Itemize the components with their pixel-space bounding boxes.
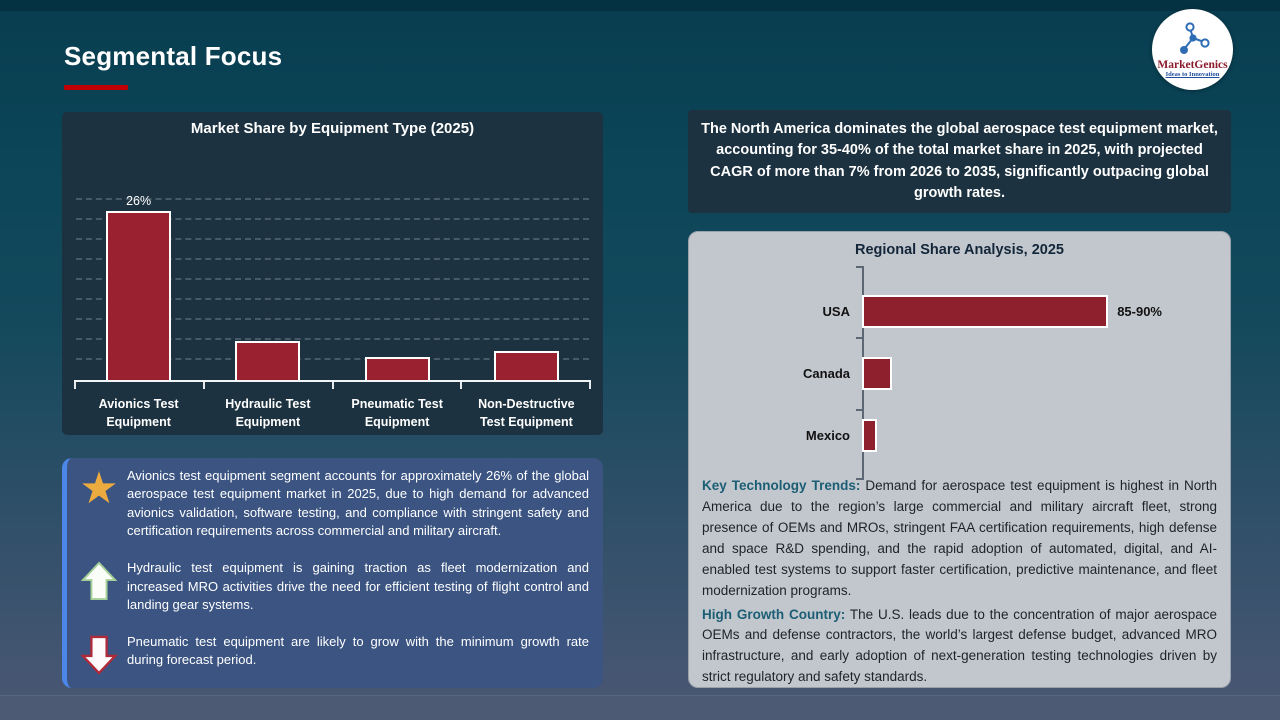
bar-hydraulic — [235, 341, 301, 380]
insight-row-avionics: ★ Avionics test equipment segment accoun… — [71, 467, 589, 541]
top-accent-band — [0, 0, 1280, 11]
bar-data-label: 26% — [126, 194, 152, 208]
region-label-canada: Canada — [803, 365, 850, 381]
bar-canada — [862, 356, 892, 390]
slide: Segmental Focus MarketGenics Ideas to In… — [0, 0, 1280, 720]
bar-ndt — [493, 350, 559, 380]
bar-row-mexico: Mexico — [806, 404, 1217, 466]
molecule-icon — [1173, 21, 1213, 61]
star-icon: ★ — [79, 464, 119, 513]
arrow-down-icon — [80, 635, 118, 680]
equipment-chart-title: Market Share by Equipment Type (2025) — [190, 120, 475, 137]
title-underline — [64, 85, 128, 90]
insight-text: Pneumatic test equipment are likely to g… — [127, 633, 589, 668]
bar-mexico — [862, 418, 877, 452]
category-label-pneumatic: Pneumatic Test Equipment — [351, 397, 443, 430]
bar-avionics — [106, 211, 172, 380]
region-label-usa: USA — [822, 303, 850, 319]
category-label-ndt: Non-Destructive Test Equipment — [478, 397, 575, 430]
category-labels: Avionics Test Equipment Hydraulic Test E… — [74, 395, 591, 431]
arrow-up-icon — [80, 561, 118, 606]
bar-pneumatic — [364, 357, 430, 380]
note-label: High Growth Country: — [702, 606, 846, 622]
headline-text: The North America dominates the global a… — [701, 120, 1218, 201]
bar-group-avionics: 26% — [74, 185, 203, 380]
note-text: Demand for aerospace test equipment is h… — [702, 478, 1218, 598]
marketgenics-logo: MarketGenics Ideas to Innovation — [1152, 9, 1233, 90]
insight-text: Hydraulic test equipment is gaining trac… — [127, 560, 589, 613]
equipment-share-chart-panel: Market Share by Equipment Type (2025) 26… — [62, 112, 603, 435]
category-label-avionics: Avionics Test Equipment — [98, 397, 179, 430]
regional-bar-chart: USA 85-90% Canada Mexico — [702, 266, 1217, 480]
bar-group-hydraulic — [203, 185, 332, 380]
note-key-technology-trends: Key Technology Trends: Demand for aerosp… — [702, 476, 1217, 602]
equipment-chart-plot: 26% — [74, 185, 591, 380]
page-title: Segmental Focus — [64, 41, 283, 71]
note-high-growth-country: High Growth Country: The U.S. leads due … — [702, 605, 1217, 689]
logo-brand-text: MarketGenics — [1157, 58, 1228, 71]
region-label-mexico: Mexico — [805, 427, 850, 443]
insight-text: Avionics test equipment segment accounts… — [127, 468, 589, 539]
insight-callout-box: ★ Avionics test equipment segment accoun… — [62, 458, 603, 688]
bar-row-canada: Canada — [803, 342, 1217, 404]
x-axis-ticks — [74, 382, 591, 389]
insight-row-hydraulic: Hydraulic test equipment is gaining trac… — [71, 559, 589, 614]
regional-analysis-panel: Regional Share Analysis, 2025 USA 85-90%… — [688, 231, 1231, 688]
bar-group-ndt — [462, 185, 591, 380]
regional-chart-title: Regional Share Analysis, 2025 — [854, 242, 1064, 258]
north-america-headline-box: The North America dominates the global a… — [688, 110, 1231, 213]
bar-usa — [862, 294, 1109, 328]
bar-group-pneumatic — [333, 185, 462, 380]
logo-tagline-text: Ideas to Innovation — [1165, 70, 1220, 78]
bottom-accent-bar — [0, 695, 1280, 720]
insight-row-pneumatic: Pneumatic test equipment are likely to g… — [71, 633, 589, 680]
note-label: Key Technology Trends: — [702, 478, 861, 493]
bar-row-usa: USA 85-90% — [823, 280, 1217, 342]
bar-value-usa: 85-90% — [1117, 303, 1162, 319]
category-label-hydraulic: Hydraulic Test Equipment — [225, 397, 311, 430]
